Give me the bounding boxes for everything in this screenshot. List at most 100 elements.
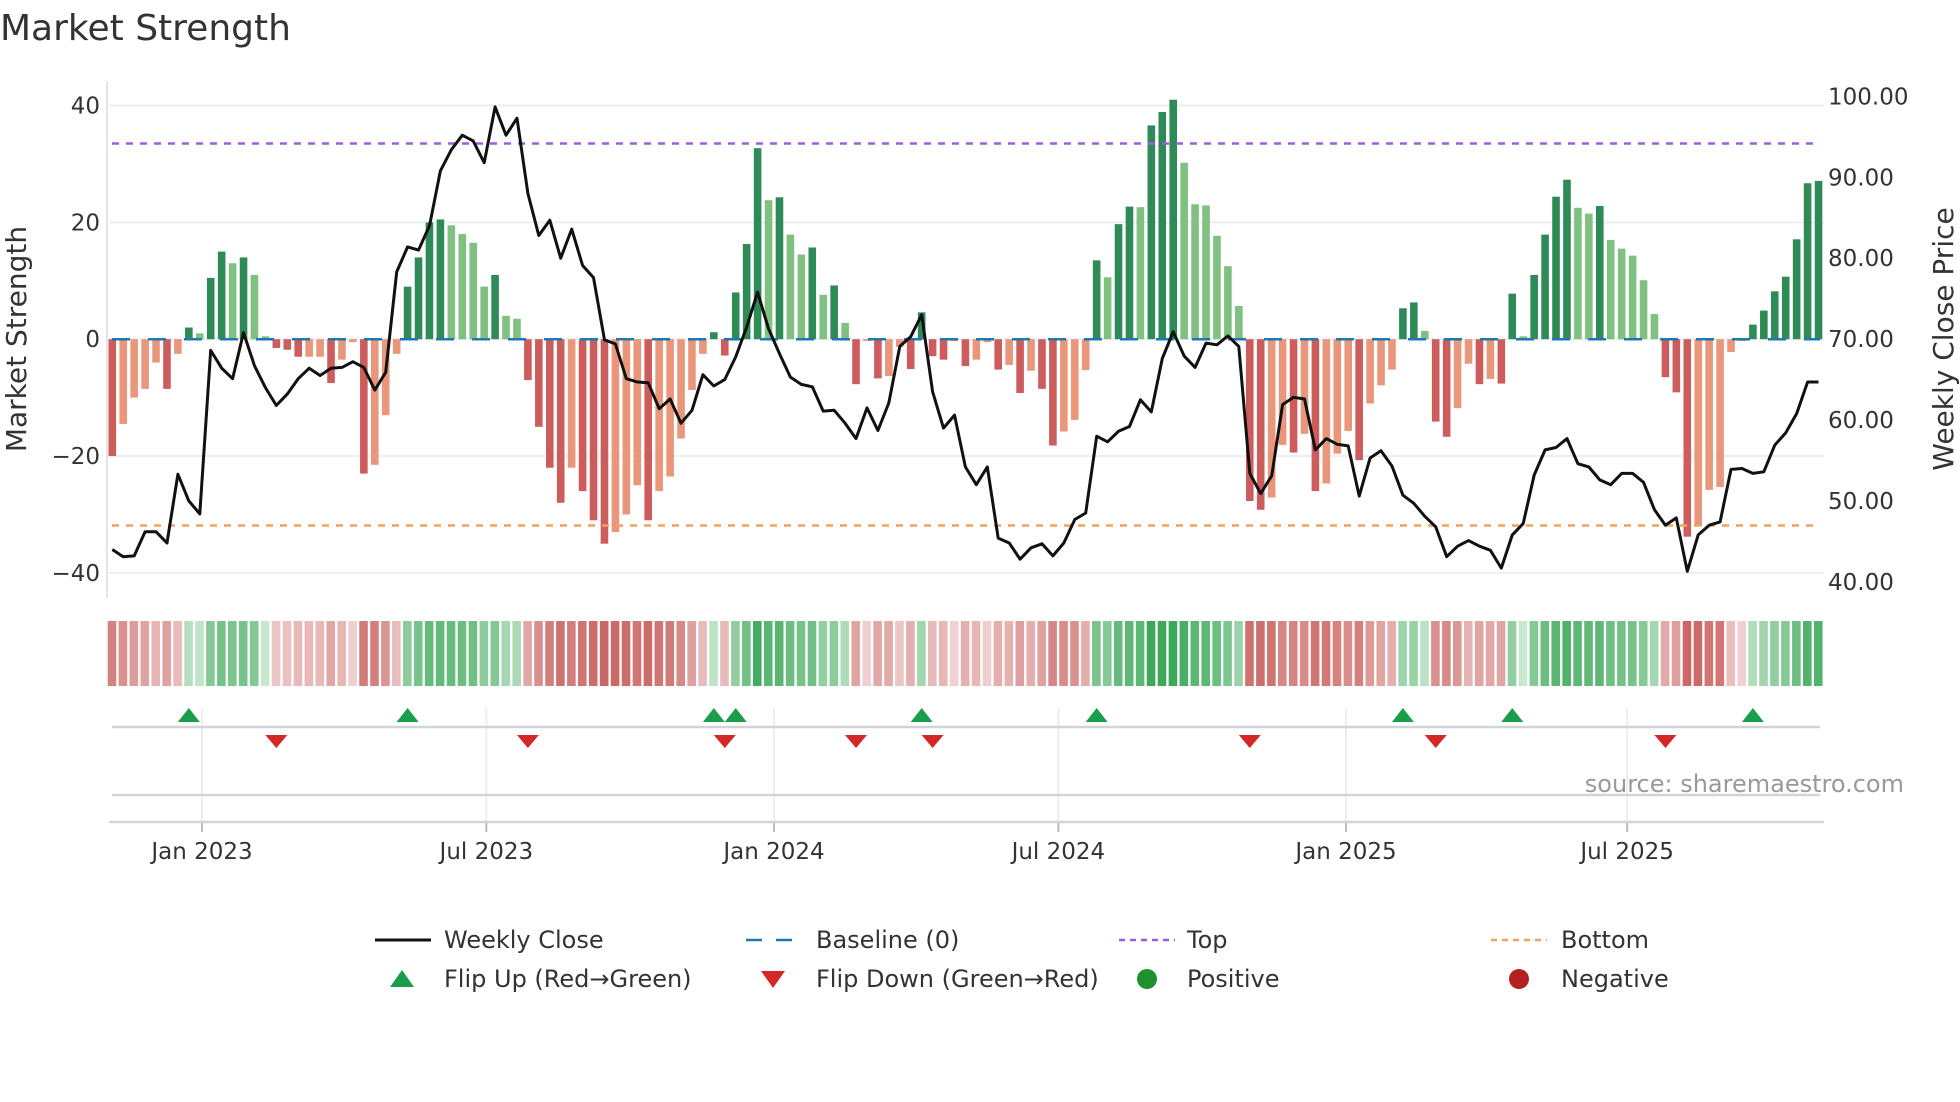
- strip-cell: [1102, 621, 1112, 686]
- strip-cell: [1004, 621, 1014, 686]
- strength-bar: [1683, 339, 1692, 537]
- strip-cell: [337, 621, 346, 686]
- strength-bar: [250, 274, 259, 340]
- strip-cell: [1168, 621, 1178, 686]
- strip-cell: [1638, 621, 1648, 686]
- chart-title: Market Strength: [0, 8, 291, 49]
- strip-cell: [1256, 621, 1265, 686]
- strip-cell: [446, 621, 456, 686]
- strip-cell: [1026, 621, 1036, 686]
- strip-cell: [709, 621, 718, 686]
- strength-bar: [239, 257, 248, 340]
- strength-bar: [206, 277, 215, 340]
- strip-cell: [1146, 621, 1156, 686]
- strip-cell: [1693, 621, 1703, 686]
- x-tick-label: Jul 2025: [1578, 839, 1674, 865]
- x-tick-label: Jul 2024: [1010, 839, 1106, 865]
- strength-bar: [1486, 339, 1495, 379]
- strength-bar: [1541, 234, 1549, 340]
- strength-bar: [294, 339, 303, 357]
- legend-label-flip-down: Flip Down (Green→Red): [816, 965, 1099, 993]
- strip-cell: [195, 621, 204, 686]
- strip-cell: [1649, 621, 1659, 686]
- strip-cell: [993, 621, 1003, 686]
- strength-bar: [1070, 339, 1079, 420]
- strip-cell: [1398, 621, 1407, 686]
- strength-bar: [1803, 183, 1812, 340]
- strength-bar: [1005, 339, 1013, 365]
- strength-bar: [141, 339, 149, 389]
- strength-bar: [392, 339, 401, 354]
- strength-bar: [1333, 339, 1342, 454]
- flip-up-marker: [1391, 708, 1414, 722]
- y2-tick-label: 100.00: [1828, 84, 1908, 110]
- strip-cell: [1234, 621, 1243, 686]
- strip-cell: [1113, 621, 1123, 686]
- strip-cell: [862, 621, 871, 686]
- strip-cell: [206, 621, 215, 686]
- strength-bar: [885, 339, 893, 377]
- strength-bar: [360, 339, 368, 474]
- strength-bar: [1355, 339, 1363, 461]
- strength-bar: [1224, 266, 1232, 340]
- strip-cell: [424, 621, 434, 686]
- strip-cell: [326, 621, 336, 686]
- strip-cell: [468, 621, 478, 686]
- strength-bar: [1169, 99, 1178, 340]
- strip-cell: [895, 621, 904, 686]
- legend: Weekly Close Baseline (0) Top Bottom Flip Up…: [375, 926, 1669, 993]
- y-tick-label: −40: [51, 561, 100, 587]
- flip-up-marker: [724, 708, 747, 722]
- strip-cell: [1529, 621, 1539, 686]
- strength-bar: [797, 254, 806, 340]
- strip-cell: [796, 621, 806, 686]
- strip-cell: [720, 621, 729, 686]
- strength-bar: [1650, 314, 1659, 340]
- strip-cell: [1387, 621, 1396, 686]
- y2-tick-label: 50.00: [1828, 489, 1894, 515]
- strip-cell: [249, 621, 259, 686]
- x-tick-label: Jul 2023: [438, 839, 534, 865]
- strip-cell: [129, 621, 139, 686]
- strip-cell: [927, 621, 937, 686]
- strip-cell: [1463, 621, 1473, 686]
- strength-bar: [1727, 339, 1735, 353]
- strip-cell: [1409, 621, 1418, 686]
- strip-cell: [1048, 621, 1057, 686]
- y2-tick-label: 60.00: [1828, 408, 1894, 434]
- flip-up-marker: [702, 708, 725, 722]
- strength-bar: [688, 339, 696, 391]
- strip-cell: [1584, 621, 1593, 686]
- strip-cell: [621, 621, 631, 686]
- strength-bar: [1617, 248, 1626, 340]
- strength-bar: [567, 339, 576, 468]
- strip-cell: [1759, 621, 1768, 686]
- strength-bar: [1770, 291, 1779, 340]
- strength-bar: [1672, 339, 1681, 393]
- strength-bar: [655, 339, 663, 492]
- strip-cell: [752, 621, 762, 686]
- strength-bar: [1049, 339, 1057, 446]
- strip-cell: [785, 621, 795, 686]
- strip-cell: [512, 621, 521, 686]
- strip-cell: [840, 621, 850, 686]
- y-tick-label: 0: [85, 327, 100, 353]
- legend-label-positive: Positive: [1187, 965, 1280, 993]
- x-tick-label: Jan 2025: [1293, 839, 1396, 865]
- strength-bar: [1475, 339, 1484, 385]
- strength-bar: [1300, 339, 1309, 434]
- strip-cell: [818, 621, 828, 686]
- strip-cell: [1070, 621, 1079, 686]
- strength-bar: [939, 339, 948, 360]
- strip-cell: [545, 621, 554, 686]
- strength-bar: [491, 274, 499, 340]
- strength-bar: [731, 292, 740, 340]
- flip-up-marker: [1501, 708, 1524, 722]
- x-tick-label: Jan 2023: [149, 839, 252, 865]
- strength-bar: [1552, 196, 1560, 340]
- strength-bar: [469, 242, 478, 340]
- flip-up-marker: [1741, 708, 1764, 722]
- strip-cell: [698, 621, 707, 686]
- strength-bar: [819, 294, 828, 340]
- strip-cell: [676, 621, 686, 686]
